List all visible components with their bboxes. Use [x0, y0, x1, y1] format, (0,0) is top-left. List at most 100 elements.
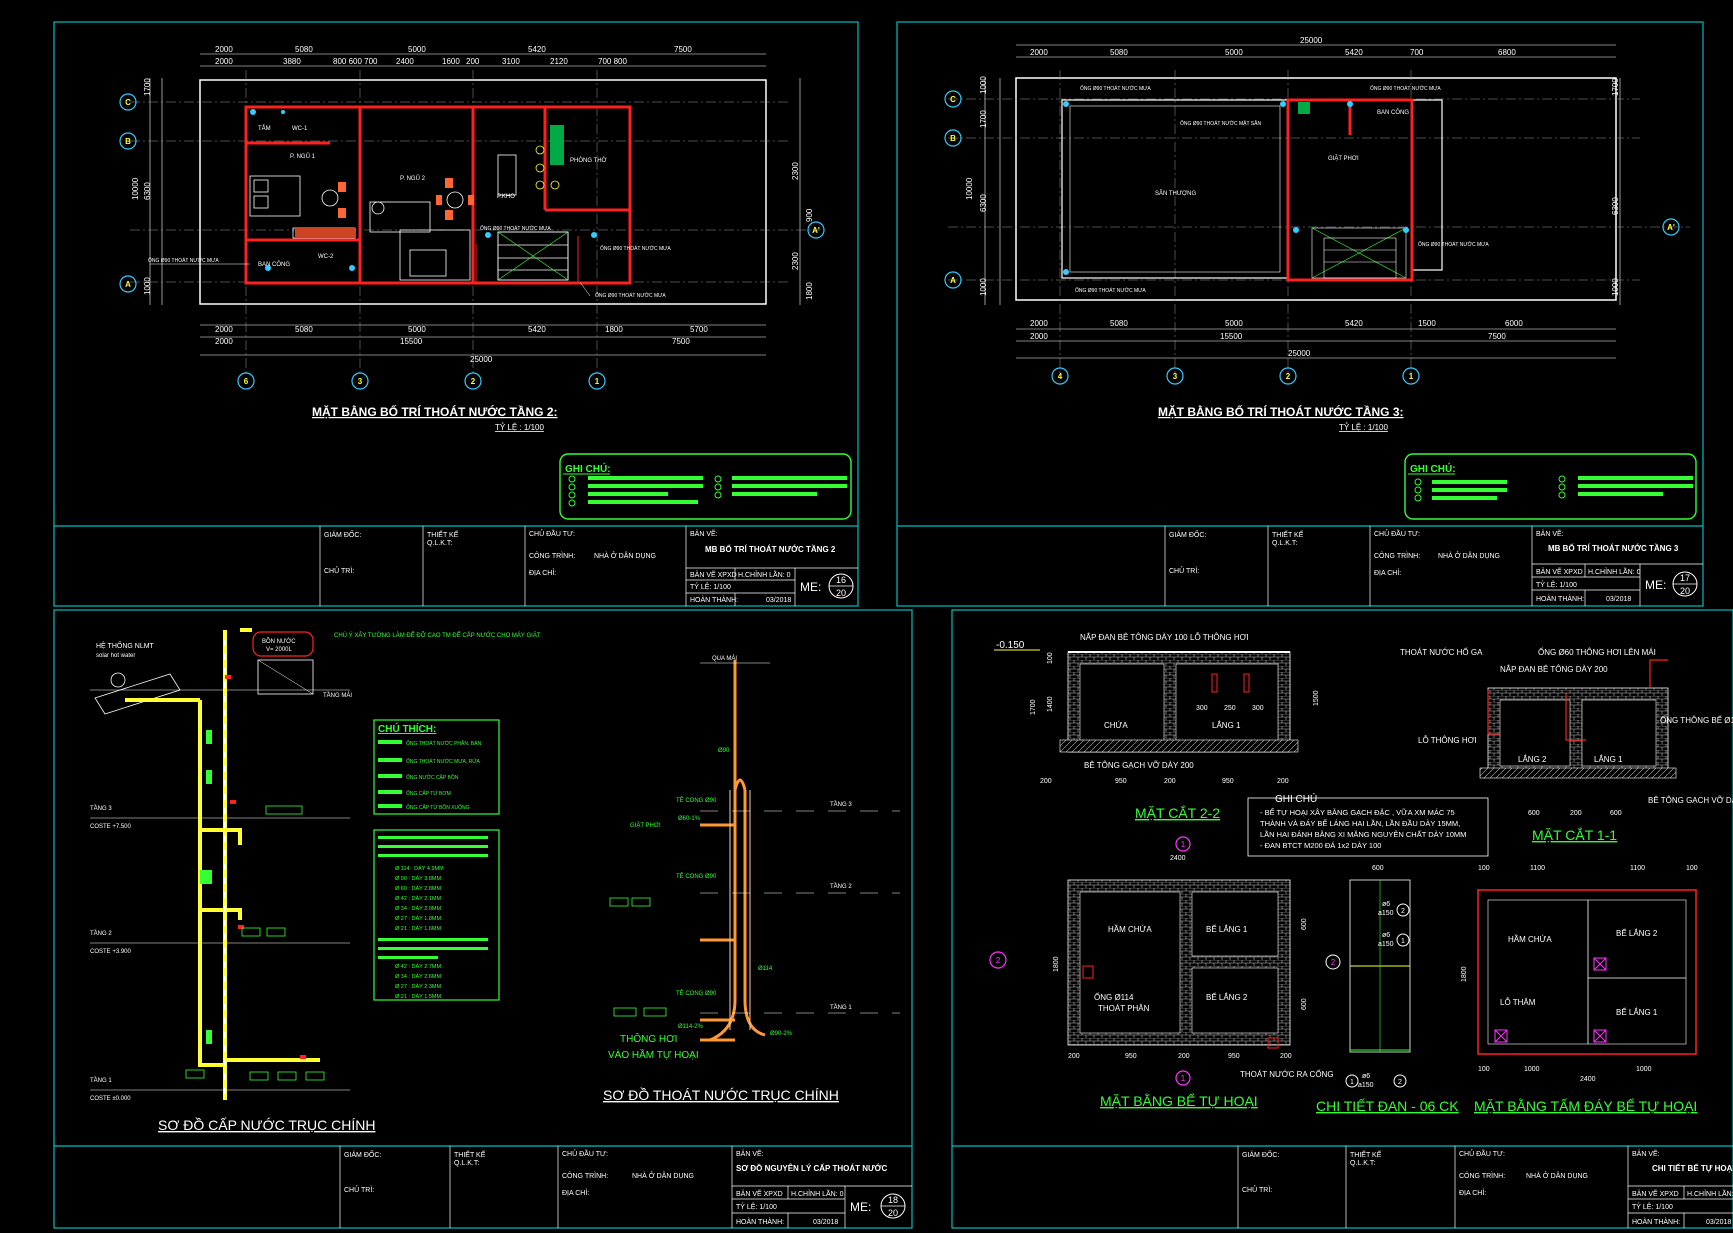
title-block	[319, 526, 858, 606]
tb-row: H.CHỈNH LẦN: 0	[1588, 566, 1641, 576]
tb-project-label: CÔNG TRÌNH:	[529, 551, 575, 560]
svg-text:2: 2	[1331, 958, 1336, 967]
dim: 3880	[283, 57, 301, 66]
tb-row: BẢN VẼ XPXD	[690, 570, 737, 579]
dim: 7500	[1488, 332, 1506, 341]
tb-row: HOÀN THÀNH:	[1536, 594, 1584, 603]
dim: 1000	[979, 76, 988, 94]
notes-title: GHI CHÚ	[1275, 792, 1317, 805]
dim: 5000	[408, 45, 426, 54]
drain-label: TÊ CONG Ø90	[676, 989, 717, 997]
tb-drawing-name: MB BỐ TRÍ THOÁT NƯỚC TẦNG 3	[1548, 543, 1679, 553]
axis-label: 3	[1173, 372, 1178, 381]
pipe-size: Ø 114 : DÀY 4.9MM	[395, 865, 444, 872]
dim: 1800	[605, 325, 623, 334]
dim: 2400	[1580, 1076, 1596, 1083]
note-title: GHI CHÚ:	[1410, 462, 1456, 475]
legend-box: CHÚ THÍCH: ỐNG THOÁT NƯỚC PHÂN, BẨN ỐNG …	[373, 719, 500, 1001]
room-label: WC-2	[318, 254, 334, 260]
floor-level: COSTE ±0.000	[90, 1096, 131, 1102]
floor-name: TẦNG 1	[90, 1077, 112, 1084]
tb-row: 03/2018	[1706, 1219, 1731, 1226]
title-bottom-slab: MẶT BẰNG TẤM ĐÁY BỂ TỰ HOẠI	[1474, 1097, 1697, 1114]
dim: 6000	[1505, 319, 1523, 328]
room-label: P.KHO	[497, 194, 515, 200]
dim: 200	[1068, 1053, 1080, 1060]
drawing-title: MẶT BẰNG BỐ TRÍ THOÁT NƯỚC TẦNG 3:	[1158, 404, 1404, 419]
note-box: GHI CHÚ:	[559, 453, 852, 520]
plan-label: HẦM CHỨA	[1108, 924, 1152, 934]
axis-label: A'	[1667, 223, 1675, 232]
dim: 1000	[143, 277, 152, 295]
svg-text:2: 2	[1398, 1079, 1402, 1086]
section-label: NẮP ĐAN BÊ TÔNG DÀY 100	[1080, 633, 1188, 642]
dim: 6300	[979, 194, 988, 212]
pipe-size: Ø 34 : DÀY 2.6MM	[395, 973, 441, 980]
septic-plan	[1067, 879, 1291, 1049]
note-line: LẦN HAI ĐÁNH BẰNG XI MĂNG NGUYÊN CHẤT DÀ…	[1260, 829, 1466, 839]
dim: 3100	[502, 57, 520, 66]
section-2-2	[1059, 651, 1299, 753]
dim: a150	[1378, 910, 1394, 917]
note-line: - ĐAN BTCT M200 ĐÁ 1x2 DÀY 100	[1260, 841, 1381, 850]
dim: 250	[1224, 705, 1236, 712]
dim: 1100	[1630, 865, 1645, 872]
dim: 5080	[295, 45, 313, 54]
dim: 10000	[131, 177, 140, 200]
floor-name: TẦNG 2	[90, 930, 112, 937]
tb-project: NHÀ Ở DÂN DỤNG	[1438, 551, 1500, 560]
tb-design-sub: Q.L.K.T:	[1350, 1160, 1375, 1167]
dim: 5700	[690, 325, 708, 334]
dim: 6300	[143, 182, 152, 200]
tb-drawing-label: BẢN VẼ:	[1536, 529, 1564, 538]
svg-text:2: 2	[1401, 908, 1405, 915]
tb-row: 03/2018	[813, 1219, 838, 1226]
tb-chief: CHỦ TRÌ:	[344, 1185, 374, 1194]
pipe-size: Ø 42 : DÀY 2.7MM	[395, 963, 441, 970]
plan-label: THOÁT NƯỚC RA CỐNG	[1240, 1069, 1334, 1079]
dim: 15500	[1220, 332, 1243, 341]
dim: 1000	[1611, 278, 1620, 296]
axis-label: C	[125, 98, 131, 107]
tb-sheet-number: 18	[888, 1195, 898, 1205]
slab-detail	[1349, 879, 1411, 1053]
dim: 100	[1686, 865, 1698, 872]
dim: 2300	[791, 162, 800, 180]
room-label: GIẶT PHƠI	[1328, 155, 1359, 162]
room-label: BAN CÔNG	[258, 261, 290, 268]
tb-director: GIÁM ĐỐC:	[344, 1149, 381, 1159]
dim: 1100	[1530, 865, 1545, 872]
note-title: GHI CHÚ:	[565, 462, 611, 475]
tb-row: 03/2018	[766, 597, 791, 604]
pipe-size: Ø 27 : DÀY 1.8MM	[395, 915, 441, 922]
dim: 2400	[1170, 855, 1186, 862]
dim: 200	[1164, 778, 1176, 785]
plan-label: LỖ THĂM	[1500, 998, 1536, 1007]
tb-owner: CHỦ ĐẦU TƯ:	[1459, 1148, 1505, 1158]
tb-sheet-total: 20	[888, 1208, 898, 1218]
section-label: BÊ TÔNG GẠCH VỠ DÀY 200	[1648, 796, 1733, 805]
dim: 600	[1528, 810, 1540, 817]
solar-heater	[94, 672, 181, 715]
dim: 1500	[1313, 690, 1320, 706]
tb-project: NHÀ Ở DÂN DỤNG	[594, 551, 656, 560]
dim: 1500	[1418, 319, 1436, 328]
tb-director: GIÁM ĐỐC:	[1169, 529, 1206, 539]
dim-total: 25000	[1288, 349, 1311, 358]
tb-address: ĐỊA CHỈ:	[1374, 568, 1401, 577]
dim: 300	[1196, 705, 1208, 712]
dim: 600	[1610, 810, 1622, 817]
title-slab-detail: CHI TIẾT ĐAN - 06 CK	[1316, 1098, 1459, 1114]
tb-project-label: CÔNG TRÌNH:	[1459, 1171, 1505, 1180]
tb-drawing-name: CHI TIẾT BỂ TỰ HOẠI	[1652, 1163, 1733, 1173]
tb-owner: CHỦ ĐẦU TƯ:	[529, 528, 575, 538]
tb-row: H.CHỈNH LẦN: 0	[1687, 1188, 1733, 1198]
tb-row: BẢN VẼ XPXD	[1632, 1189, 1679, 1198]
dim: 700 800	[598, 57, 627, 66]
tb-address: ĐỊA CHỈ:	[529, 568, 556, 577]
sheet-floor3-drainage: 25000 2000 5080 5000 5420 700 6800 SÂN T…	[896, 21, 1704, 607]
drain-label: Ø114-2%	[678, 1024, 704, 1030]
tb-drawing-label: BẢN VẼ:	[1632, 1149, 1660, 1158]
axis-label: 4	[1058, 372, 1063, 381]
drain-label: Ø114	[758, 966, 773, 972]
